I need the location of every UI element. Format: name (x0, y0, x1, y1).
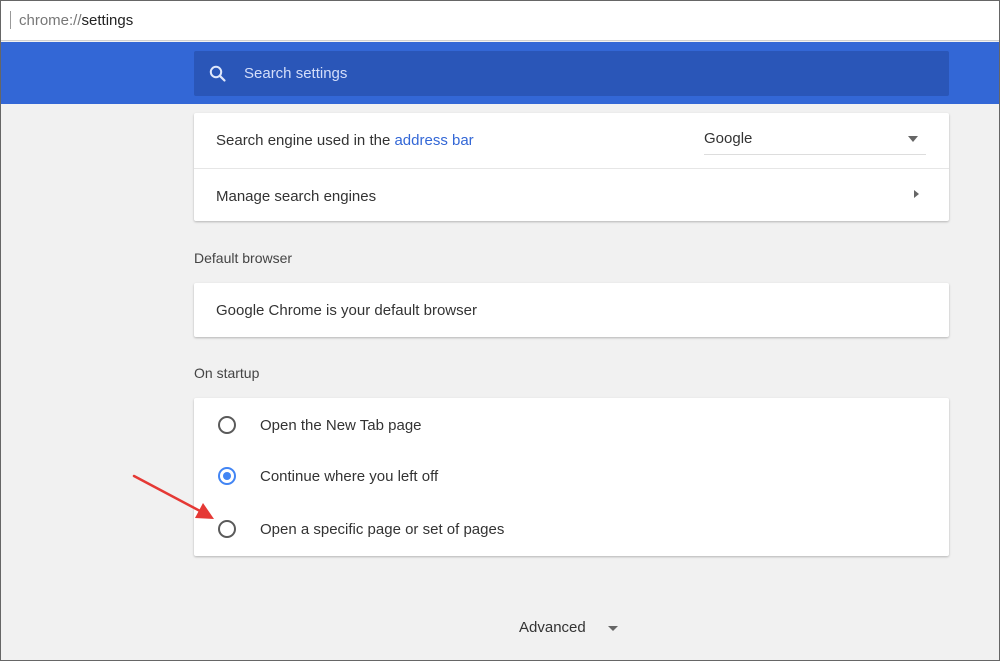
search-engine-label: Search engine used in the address bar (216, 132, 474, 149)
startup-option-continue[interactable]: Continue where you left off (194, 451, 949, 501)
default-browser-row: Google Chrome is your default browser (194, 283, 949, 337)
address-bar[interactable]: chrome://settings (1, 1, 999, 41)
startup-option-label: Open a specific page or set of pages (260, 521, 505, 538)
default-browser-section-title: Default browser (194, 250, 293, 266)
settings-window: chrome://settings Search engine used in … (0, 0, 1000, 661)
search-settings-input[interactable] (244, 51, 934, 96)
on-startup-section-title: On startup (194, 365, 260, 381)
search-engine-select[interactable]: Google (704, 127, 926, 155)
startup-option-label: Open the New Tab page (260, 417, 422, 434)
address-bar-link[interactable]: address bar (394, 132, 473, 149)
dropdown-arrow-icon (908, 136, 918, 142)
search-settings-box[interactable] (194, 51, 949, 96)
search-engine-row: Search engine used in the address bar Go… (194, 113, 949, 168)
on-startup-card: Open the New Tab page Continue where you… (194, 398, 949, 556)
radio-button[interactable] (218, 520, 236, 538)
advanced-toggle[interactable]: Advanced (519, 619, 586, 636)
search-icon (209, 65, 226, 82)
radio-button[interactable] (218, 416, 236, 434)
search-engine-card: Search engine used in the address bar Go… (194, 113, 949, 221)
default-browser-status: Google Chrome is your default browser (216, 302, 477, 319)
advanced-expand-arrow-icon[interactable] (608, 626, 618, 631)
search-engine-selected-value: Google (704, 130, 753, 147)
address-bar-cursor (10, 11, 11, 29)
manage-search-engines-row[interactable]: Manage search engines (194, 168, 949, 221)
default-browser-card: Google Chrome is your default browser (194, 283, 949, 337)
startup-option-label: Continue where you left off (260, 468, 439, 485)
startup-option-new-tab[interactable]: Open the New Tab page (194, 398, 949, 451)
radio-button[interactable] (218, 467, 236, 485)
startup-option-specific-pages[interactable]: Open a specific page or set of pages (194, 501, 949, 556)
chevron-right-icon (914, 190, 919, 198)
search-engine-label-text: Search engine used in the (216, 132, 395, 149)
url-path: settings (81, 12, 134, 29)
address-bar-url[interactable]: chrome://settings (19, 12, 133, 29)
manage-search-engines-label: Manage search engines (216, 188, 377, 205)
url-scheme: chrome:// (19, 12, 82, 29)
